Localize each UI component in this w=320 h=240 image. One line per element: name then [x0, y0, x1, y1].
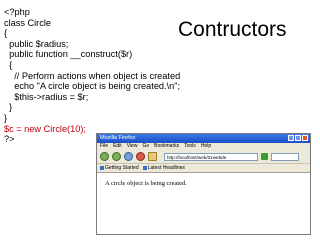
stop-icon[interactable]	[136, 152, 145, 161]
forward-arrow-icon[interactable]	[112, 152, 121, 161]
close-icon[interactable]	[302, 135, 308, 141]
go-icon[interactable]	[261, 153, 268, 160]
menu-item-view[interactable]: View	[127, 143, 138, 150]
browser-toolbar: http://localhost/web/01webde	[97, 150, 310, 164]
code-line: {	[4, 59, 13, 70]
page-output-text: A circle object is being created.	[105, 180, 187, 187]
search-input[interactable]	[271, 152, 299, 161]
menu-item-go[interactable]: Go	[142, 143, 149, 150]
browser-window-title: Mozilla Firefox	[100, 135, 136, 141]
menu-item-file[interactable]: File	[100, 143, 108, 150]
reload-icon[interactable]	[124, 152, 133, 161]
menu-item-help[interactable]: Help	[201, 143, 211, 150]
bookmark-getting-started[interactable]: Getting Started	[100, 164, 139, 172]
bookmark-label: Getting Started	[105, 165, 139, 171]
browser-titlebar: Mozilla Firefox	[97, 134, 310, 143]
window-controls	[288, 135, 308, 141]
bookmark-icon	[100, 165, 104, 170]
maximize-icon[interactable]	[295, 135, 301, 141]
code-line: $this->radius = $r;	[4, 91, 89, 102]
minimize-icon[interactable]	[288, 135, 294, 141]
browser-menubar: File Edit View Go Bookmarks Tools Help	[97, 143, 310, 150]
code-block: <?php class Circle { public $radius; pub…	[4, 7, 180, 145]
rss-icon	[142, 165, 147, 170]
home-icon[interactable]	[148, 152, 157, 161]
address-bar[interactable]: http://localhost/web/01webde	[164, 152, 258, 161]
code-line: // Perform actions when object is create…	[4, 70, 181, 81]
bookmark-latest-headlines[interactable]: Latest Headlines	[142, 164, 185, 172]
back-arrow-icon[interactable]	[100, 152, 109, 161]
code-line: echo "A circle object is being created.\…	[4, 81, 181, 92]
code-line: public $radius;	[4, 38, 69, 49]
code-line: <?php	[4, 7, 30, 17]
code-line: public function __construct($r)	[4, 49, 133, 60]
slide-title: Contructors	[178, 18, 287, 41]
browser-screenshot: Mozilla Firefox File Edit View Go Bookma…	[96, 133, 311, 235]
menu-item-edit[interactable]: Edit	[113, 143, 122, 150]
menu-item-bookmarks[interactable]: Bookmarks	[154, 143, 179, 150]
menu-item-tools[interactable]: Tools	[184, 143, 196, 150]
code-line: {	[4, 28, 8, 39]
code-line: }	[4, 112, 8, 123]
code-line: }	[4, 102, 13, 113]
browser-content: A circle object is being created.	[97, 172, 310, 234]
code-line: class Circle	[4, 17, 51, 28]
bookmark-label: Latest Headlines	[147, 165, 185, 171]
